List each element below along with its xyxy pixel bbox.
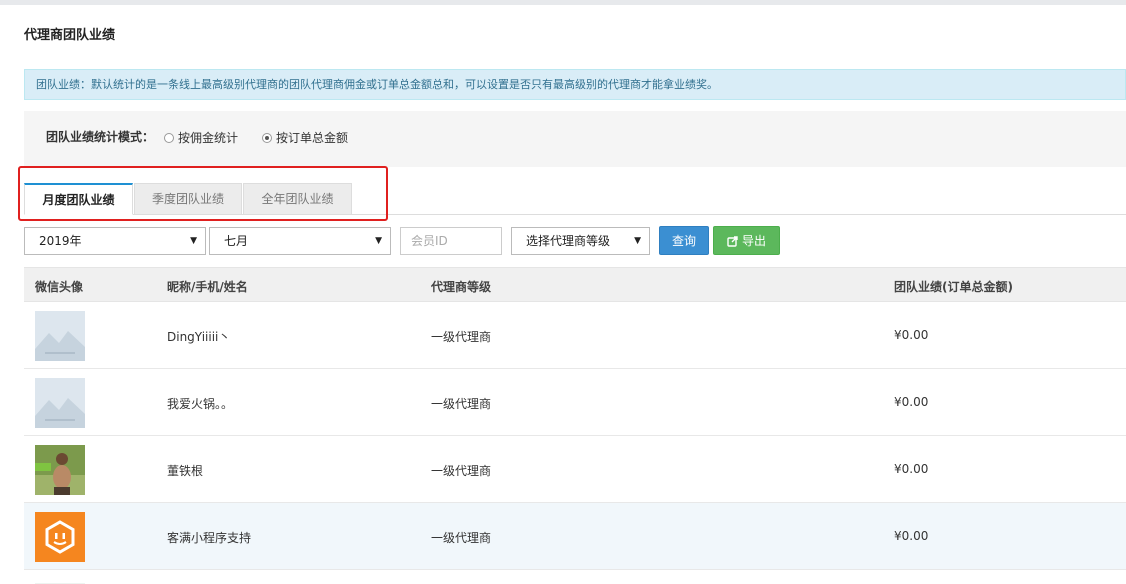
radio-icon[interactable] [164, 132, 174, 143]
member-id-placeholder: 会员ID [411, 234, 448, 248]
row-level: 一级代理商 [431, 330, 492, 344]
export-icon [727, 236, 738, 247]
row-level: 一级代理商 [431, 397, 492, 411]
stat-mode-label: 团队业绩统计模式： [46, 130, 155, 144]
table-header: 微信头像 昵称/手机/姓名 代理商等级 团队业绩(订单总金额) [24, 267, 1126, 302]
row-name: DingYiiiii丶 [167, 330, 231, 344]
person-photo-icon [35, 445, 85, 495]
col-performance: 团队业绩(订单总金额) [894, 280, 1013, 294]
table-row: 我爱火锅。。 一级代理商 ¥0.00 [24, 369, 1126, 436]
month-select-value: 七月 [224, 234, 249, 248]
radio-checked-icon[interactable] [262, 132, 272, 143]
col-name: 昵称/手机/姓名 [167, 280, 248, 294]
row-name: 客满小程序支持 [167, 531, 252, 545]
row-amount: ¥0.00 [894, 328, 929, 342]
placeholder-image-icon [35, 311, 85, 361]
placeholder-image-icon [35, 578, 85, 584]
row-level: 一级代理商 [431, 464, 492, 478]
radio-commission-label: 按佣金统计 [178, 131, 239, 145]
table-row: 客满小程序支持 一级代理商 ¥0.00 [24, 503, 1126, 570]
row-name: 我爱火锅。。 [167, 397, 234, 411]
tabs-highlight-box [18, 166, 388, 221]
table-row: DingYiiiii丶 一级代理商 ¥0.00 [24, 302, 1126, 369]
table-row: 董铁根 一级代理商 ¥0.00 [24, 436, 1126, 503]
top-bar [0, 0, 1126, 5]
export-button-label: 导出 [741, 234, 766, 248]
notice-text: 团队业绩：默认统计的是一条线上最高级别代理商的团队代理商佣金或订单总金额总和，可… [36, 78, 718, 91]
table-row [24, 570, 1126, 584]
row-amount: ¥0.00 [894, 395, 929, 409]
row-amount: ¥0.00 [894, 462, 929, 476]
radio-order-total-label: 按订单总金额 [276, 131, 349, 145]
level-select-value: 选择代理商等级 [526, 234, 611, 248]
page-title: 代理商团队业绩 [24, 28, 116, 43]
orange-robot-logo-icon [35, 512, 85, 562]
member-id-input[interactable]: 会员ID [400, 227, 502, 255]
row-name: 董铁根 [167, 464, 204, 478]
stat-mode-panel: 团队业绩统计模式： 按佣金统计 按订单总金额 [24, 111, 1126, 167]
placeholder-image-icon [35, 378, 85, 428]
year-select-value: 2019年 [39, 234, 82, 248]
info-notice: 团队业绩：默认统计的是一条线上最高级别代理商的团队代理商佣金或订单总金额总和，可… [24, 69, 1126, 100]
query-button-label: 查询 [671, 234, 696, 248]
row-level: 一级代理商 [431, 531, 492, 545]
dropdown-arrow-icon: ▼ [375, 236, 382, 246]
year-select[interactable]: 2019年 ▼ [24, 227, 206, 255]
query-button[interactable]: 查询 [659, 226, 709, 255]
month-select[interactable]: 七月 ▼ [209, 227, 391, 255]
export-button[interactable]: 导出 [713, 226, 780, 255]
level-select[interactable]: 选择代理商等级 ▼ [511, 227, 650, 255]
col-level: 代理商等级 [431, 280, 492, 294]
row-amount: ¥0.00 [894, 529, 929, 543]
radio-order-total[interactable]: 按订单总金额 [262, 129, 348, 146]
dropdown-arrow-icon: ▼ [190, 236, 197, 246]
dropdown-arrow-icon: ▼ [634, 236, 641, 246]
col-avatar: 微信头像 [35, 280, 84, 294]
radio-commission[interactable]: 按佣金统计 [164, 129, 238, 146]
